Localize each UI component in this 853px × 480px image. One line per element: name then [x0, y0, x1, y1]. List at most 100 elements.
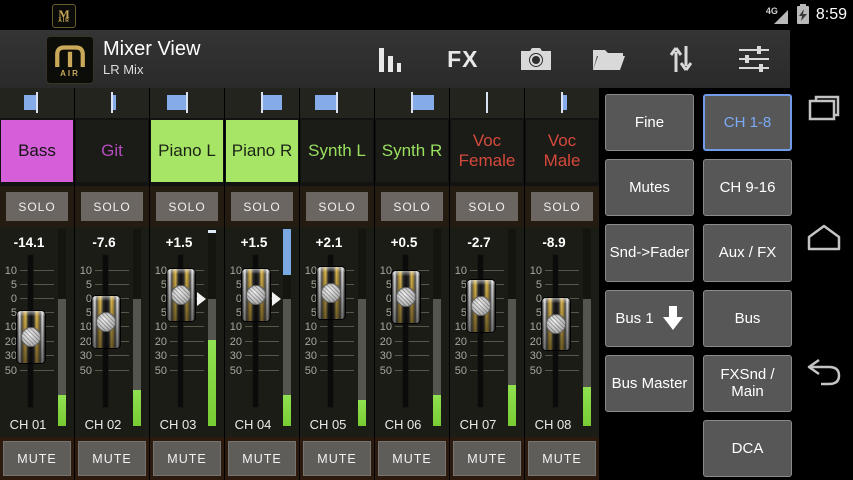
- pan-slider[interactable]: [450, 88, 524, 119]
- mutes-button[interactable]: Mutes: [605, 159, 694, 216]
- gain-reduction-meter: [358, 229, 366, 299]
- back-icon[interactable]: [802, 351, 846, 395]
- notif-air-glyph: AIR: [58, 19, 70, 24]
- bus-button[interactable]: Bus: [703, 290, 792, 347]
- solo-button[interactable]: SOLO: [81, 192, 143, 221]
- channel-number-label: CH 03: [152, 417, 204, 432]
- fine-button[interactable]: Fine: [605, 94, 694, 151]
- solo-button[interactable]: SOLO: [381, 192, 443, 221]
- channel-name-zone: Piano L: [150, 118, 224, 186]
- gr-peak-tick: [208, 230, 216, 233]
- fader-zone: -7.6 10 5 0 5 10 20 30 50 CH 02: [75, 227, 149, 437]
- channel-name-button[interactable]: Piano R: [226, 120, 298, 182]
- fxsnd-main-button[interactable]: FXSnd / Main: [703, 355, 792, 412]
- home-icon[interactable]: [802, 215, 846, 259]
- meters-icon[interactable]: [362, 35, 418, 83]
- fader-knob[interactable]: [92, 296, 120, 348]
- solo-zone: SOLO: [525, 186, 599, 227]
- scenes-folder-icon[interactable]: [580, 35, 636, 83]
- fader-knob[interactable]: [467, 280, 495, 332]
- setup-sliders-icon[interactable]: [726, 35, 782, 83]
- fx-label: FX: [447, 46, 478, 73]
- channel-strip: Git SOLO -7.6 10 5 0 5 10 20 30 50: [75, 88, 149, 480]
- channel-name-zone: Voc Female: [450, 118, 524, 186]
- mute-zone: MUTE: [300, 437, 374, 480]
- fader-knob[interactable]: [317, 267, 345, 319]
- fader-zone: -2.7 10 5 0 5 10 20 30 50 CH 07: [450, 227, 524, 437]
- fader-knob[interactable]: [542, 298, 570, 350]
- aux-fx-button[interactable]: Aux / FX: [703, 224, 792, 281]
- solo-zone: SOLO: [225, 186, 299, 227]
- pan-slider[interactable]: [300, 88, 374, 119]
- snapshot-camera-icon[interactable]: [508, 35, 564, 83]
- battery-charging-icon: [797, 6, 809, 24]
- fader-knob[interactable]: [242, 269, 270, 321]
- recents-icon[interactable]: [802, 88, 846, 132]
- mute-button[interactable]: MUTE: [78, 441, 146, 476]
- pan-slider[interactable]: [525, 88, 599, 119]
- level-meter: [208, 299, 216, 426]
- snd-to-fader-button[interactable]: Snd->Fader: [605, 224, 694, 281]
- bank-ch9-16-button[interactable]: CH 9-16: [703, 159, 792, 216]
- channel-name-button[interactable]: Synth L: [301, 120, 373, 182]
- mixer-app-screen: M AIR 4G 8:59 AIR Mixer View LR Mix: [0, 0, 853, 480]
- pan-slider[interactable]: [375, 88, 449, 119]
- solo-button[interactable]: SOLO: [156, 192, 218, 221]
- channel-name-button[interactable]: Voc Male: [526, 120, 598, 182]
- channel-strip: Synth L SOLO +2.1 10 5 0 5 10 20 30 50: [300, 88, 374, 480]
- toolbar: FX: [362, 30, 782, 88]
- fx-button[interactable]: FX: [435, 35, 491, 83]
- channel-name-zone: Synth L: [300, 118, 374, 186]
- mute-zone: MUTE: [450, 437, 524, 480]
- channel-name-zone: Voc Male: [525, 118, 599, 186]
- fader-db-value: -2.7: [452, 235, 506, 250]
- channel-name-zone: Synth R: [375, 118, 449, 186]
- channel-name-button[interactable]: Voc Female: [451, 120, 523, 182]
- mute-button[interactable]: MUTE: [378, 441, 446, 476]
- channel-strip: Piano L SOLO +1.5 10 5 0 5 10 20 30 50: [150, 88, 224, 480]
- channel-number-label: CH 06: [377, 417, 429, 432]
- status-bar: M AIR 4G 8:59: [0, 0, 853, 30]
- mute-button[interactable]: MUTE: [3, 441, 71, 476]
- channel-name-button[interactable]: Git: [76, 120, 148, 182]
- fader-knob[interactable]: [167, 269, 195, 321]
- channel-meter: [283, 227, 291, 427]
- fader-knob[interactable]: [392, 271, 420, 323]
- gain-reduction-meter: [508, 229, 516, 299]
- page-subtitle: LR Mix: [103, 61, 200, 78]
- solo-button[interactable]: SOLO: [456, 192, 518, 221]
- solo-button[interactable]: SOLO: [531, 192, 593, 221]
- solo-button[interactable]: SOLO: [231, 192, 293, 221]
- fader-knob[interactable]: [17, 311, 45, 363]
- mute-button[interactable]: MUTE: [153, 441, 221, 476]
- fader-db-value: +1.5: [227, 235, 281, 250]
- bank-ch1-8-button[interactable]: CH 1-8: [703, 94, 792, 151]
- solo-button[interactable]: SOLO: [6, 192, 68, 221]
- fader-zone: +1.5 10 5 0 5 10 20 30 50 CH 03: [150, 227, 224, 437]
- level-bar: [208, 340, 216, 426]
- channel-name-button[interactable]: Piano L: [151, 120, 223, 182]
- pan-slider[interactable]: [0, 88, 74, 119]
- mute-button[interactable]: MUTE: [528, 441, 596, 476]
- mute-button[interactable]: MUTE: [453, 441, 521, 476]
- channel-name-button[interactable]: Synth R: [376, 120, 448, 182]
- mute-zone: MUTE: [75, 437, 149, 480]
- fader-db-value: +2.1: [302, 235, 356, 250]
- pan-slider[interactable]: [150, 88, 224, 119]
- channel-meter: [358, 227, 366, 427]
- bus-master-button[interactable]: Bus Master: [605, 355, 694, 412]
- mute-button[interactable]: MUTE: [303, 441, 371, 476]
- android-nav-bar: [795, 88, 853, 480]
- solo-button[interactable]: SOLO: [306, 192, 368, 221]
- pan-slider[interactable]: [75, 88, 149, 119]
- dca-button[interactable]: DCA: [703, 420, 792, 477]
- sends-updown-icon[interactable]: [653, 35, 709, 83]
- bus1-button[interactable]: Bus 1: [605, 290, 694, 347]
- pan-slider[interactable]: [225, 88, 299, 119]
- channel-name-button[interactable]: Bass: [1, 120, 73, 182]
- channel-number-label: CH 04: [227, 417, 279, 432]
- level-bar: [508, 385, 516, 426]
- fader-zone: +0.5 10 5 0 5 10 20 30 50 CH 06: [375, 227, 449, 437]
- channel-strip: Voc Female SOLO -2.7 10 5 0 5 10 20 30 5…: [450, 88, 524, 480]
- mute-button[interactable]: MUTE: [228, 441, 296, 476]
